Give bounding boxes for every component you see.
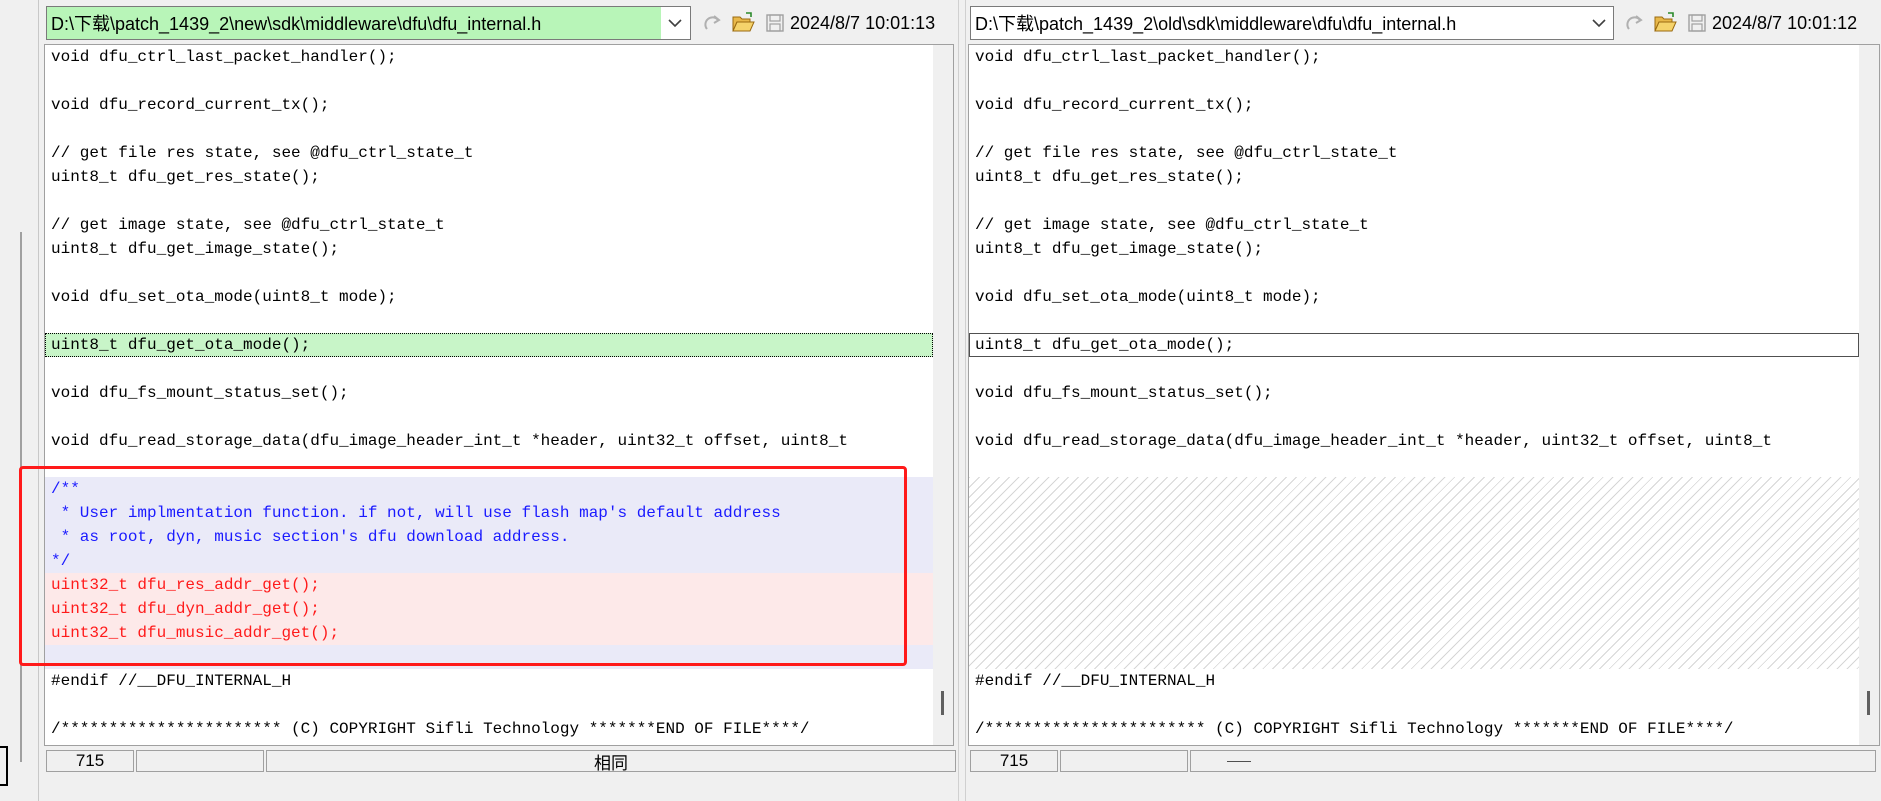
code-line[interactable]: void dfu_ctrl_last_packet_handler(); [45, 45, 933, 69]
left-code-editor[interactable]: void dfu_ctrl_last_packet_handler();void… [44, 44, 954, 746]
code-line[interactable]: void dfu_record_current_tx(); [969, 93, 1859, 117]
right-status-empty [1060, 750, 1188, 772]
code-line[interactable] [45, 405, 933, 429]
left-vertical-scrollbar[interactable] [933, 45, 953, 745]
folder-open-icon[interactable] [730, 10, 756, 36]
code-line[interactable]: void dfu_fs_mount_status_set(); [45, 381, 933, 405]
code-line[interactable] [45, 261, 933, 285]
save-icon[interactable] [1684, 10, 1710, 36]
code-line[interactable]: uint32_t dfu_dyn_addr_get(); [45, 597, 933, 621]
left-status-bar: 715 相同 [46, 750, 956, 773]
code-line[interactable]: void dfu_read_storage_data(dfu_image_hea… [45, 429, 933, 453]
code-line[interactable]: /** [45, 477, 933, 501]
code-line[interactable] [969, 117, 1859, 141]
left-line-count: 715 [46, 750, 134, 772]
left-file-pane: D:\下载\patch_1439_2\new\sdk\middleware\df… [40, 0, 958, 801]
code-line[interactable]: void dfu_ctrl_last_packet_handler(); [969, 45, 1859, 69]
redo-icon[interactable] [700, 10, 726, 36]
left-scroll-thumb[interactable] [941, 691, 944, 715]
left-file-date: 2024/8/7 10:01:13 [790, 13, 936, 33]
right-compare-status [1190, 750, 1876, 772]
code-line[interactable] [45, 309, 933, 333]
window-border [38, 0, 39, 801]
left-path-combobox[interactable]: D:\下载\patch_1439_2\new\sdk\middleware\df… [46, 6, 691, 40]
folder-open-icon[interactable] [1652, 10, 1678, 36]
status-dash [1227, 760, 1251, 762]
right-file-date: 2024/8/7 10:01:12 [1712, 13, 1858, 33]
right-line-count: 715 [970, 750, 1058, 772]
right-file-pane: D:\下载\patch_1439_2\old\sdk\middleware\df… [966, 0, 1881, 801]
code-line[interactable] [969, 189, 1859, 213]
code-line[interactable]: uint8_t dfu_get_res_state(); [45, 165, 933, 189]
code-line[interactable]: #endif //__DFU_INTERNAL_H [45, 669, 933, 693]
chevron-down-icon[interactable] [1585, 7, 1613, 39]
code-line[interactable] [45, 453, 933, 477]
code-line[interactable] [969, 405, 1859, 429]
code-line[interactable]: void dfu_read_storage_data(dfu_image_hea… [969, 429, 1859, 453]
code-line[interactable]: /*********************** (C) COPYRIGHT S… [45, 717, 933, 741]
right-scroll-thumb[interactable] [1867, 691, 1870, 715]
missing-lines-placeholder [969, 477, 1859, 669]
right-path-combobox[interactable]: D:\下载\patch_1439_2\old\sdk\middleware\df… [970, 6, 1614, 40]
code-line[interactable]: uint8_t dfu_get_ota_mode(); [45, 333, 933, 357]
code-line[interactable] [969, 453, 1859, 477]
code-line[interactable]: // get file res state, see @dfu_ctrl_sta… [969, 141, 1859, 165]
code-line[interactable] [45, 69, 933, 93]
code-line[interactable]: /*********************** (C) COPYRIGHT S… [969, 717, 1859, 741]
left-title-bar: D:\下载\patch_1439_2\new\sdk\middleware\df… [40, 4, 958, 40]
code-line[interactable] [969, 357, 1859, 381]
code-line[interactable]: uint8_t dfu_get_image_state(); [45, 237, 933, 261]
right-status-bar: 715 [970, 750, 1876, 772]
right-path-text[interactable]: D:\下载\patch_1439_2\old\sdk\middleware\df… [971, 7, 1585, 39]
code-line[interactable]: uint8_t dfu_get_res_state(); [969, 165, 1859, 189]
code-line[interactable] [969, 261, 1859, 285]
code-line[interactable]: * User implmentation function. if not, w… [45, 501, 933, 525]
code-line[interactable]: uint32_t dfu_res_addr_get(); [45, 573, 933, 597]
code-line[interactable] [45, 645, 933, 669]
code-line[interactable]: * as root, dyn, music section's dfu down… [45, 525, 933, 549]
code-line[interactable]: */ [45, 549, 933, 573]
right-title-bar: D:\下载\patch_1439_2\old\sdk\middleware\df… [966, 4, 1881, 40]
code-line[interactable]: void dfu_set_ota_mode(uint8_t mode); [45, 285, 933, 309]
code-line[interactable]: uint32_t dfu_music_addr_get(); [45, 621, 933, 645]
redo-icon[interactable] [1622, 10, 1648, 36]
pane-splitter[interactable] [958, 0, 966, 801]
right-vertical-scrollbar[interactable] [1859, 45, 1879, 745]
chevron-down-icon[interactable] [661, 7, 689, 39]
code-line[interactable] [969, 69, 1859, 93]
code-line[interactable]: uint8_t dfu_get_ota_mode(); [969, 333, 1859, 357]
code-line[interactable]: void dfu_fs_mount_status_set(); [969, 381, 1859, 405]
left-compare-status: 相同 [266, 750, 956, 773]
code-line[interactable] [45, 693, 933, 717]
code-line[interactable]: void dfu_set_ota_mode(uint8_t mode); [969, 285, 1859, 309]
gutter-bracket [0, 746, 8, 786]
gutter-line [20, 232, 22, 762]
left-path-text[interactable]: D:\下载\patch_1439_2\new\sdk\middleware\df… [47, 7, 661, 39]
code-line[interactable] [45, 189, 933, 213]
code-line[interactable] [45, 117, 933, 141]
code-line[interactable]: uint8_t dfu_get_image_state(); [969, 237, 1859, 261]
code-line[interactable] [969, 693, 1859, 717]
code-line[interactable] [45, 357, 933, 381]
code-line[interactable]: void dfu_record_current_tx(); [45, 93, 933, 117]
left-gutter [0, 0, 40, 801]
code-line[interactable]: // get file res state, see @dfu_ctrl_sta… [45, 141, 933, 165]
save-icon[interactable] [762, 10, 788, 36]
code-line[interactable]: #endif //__DFU_INTERNAL_H [969, 669, 1859, 693]
code-line[interactable]: // get image state, see @dfu_ctrl_state_… [45, 213, 933, 237]
code-line[interactable]: // get image state, see @dfu_ctrl_state_… [969, 213, 1859, 237]
left-status-empty [136, 750, 264, 772]
right-code-editor[interactable]: void dfu_ctrl_last_packet_handler();void… [968, 44, 1880, 746]
code-line[interactable] [969, 309, 1859, 333]
